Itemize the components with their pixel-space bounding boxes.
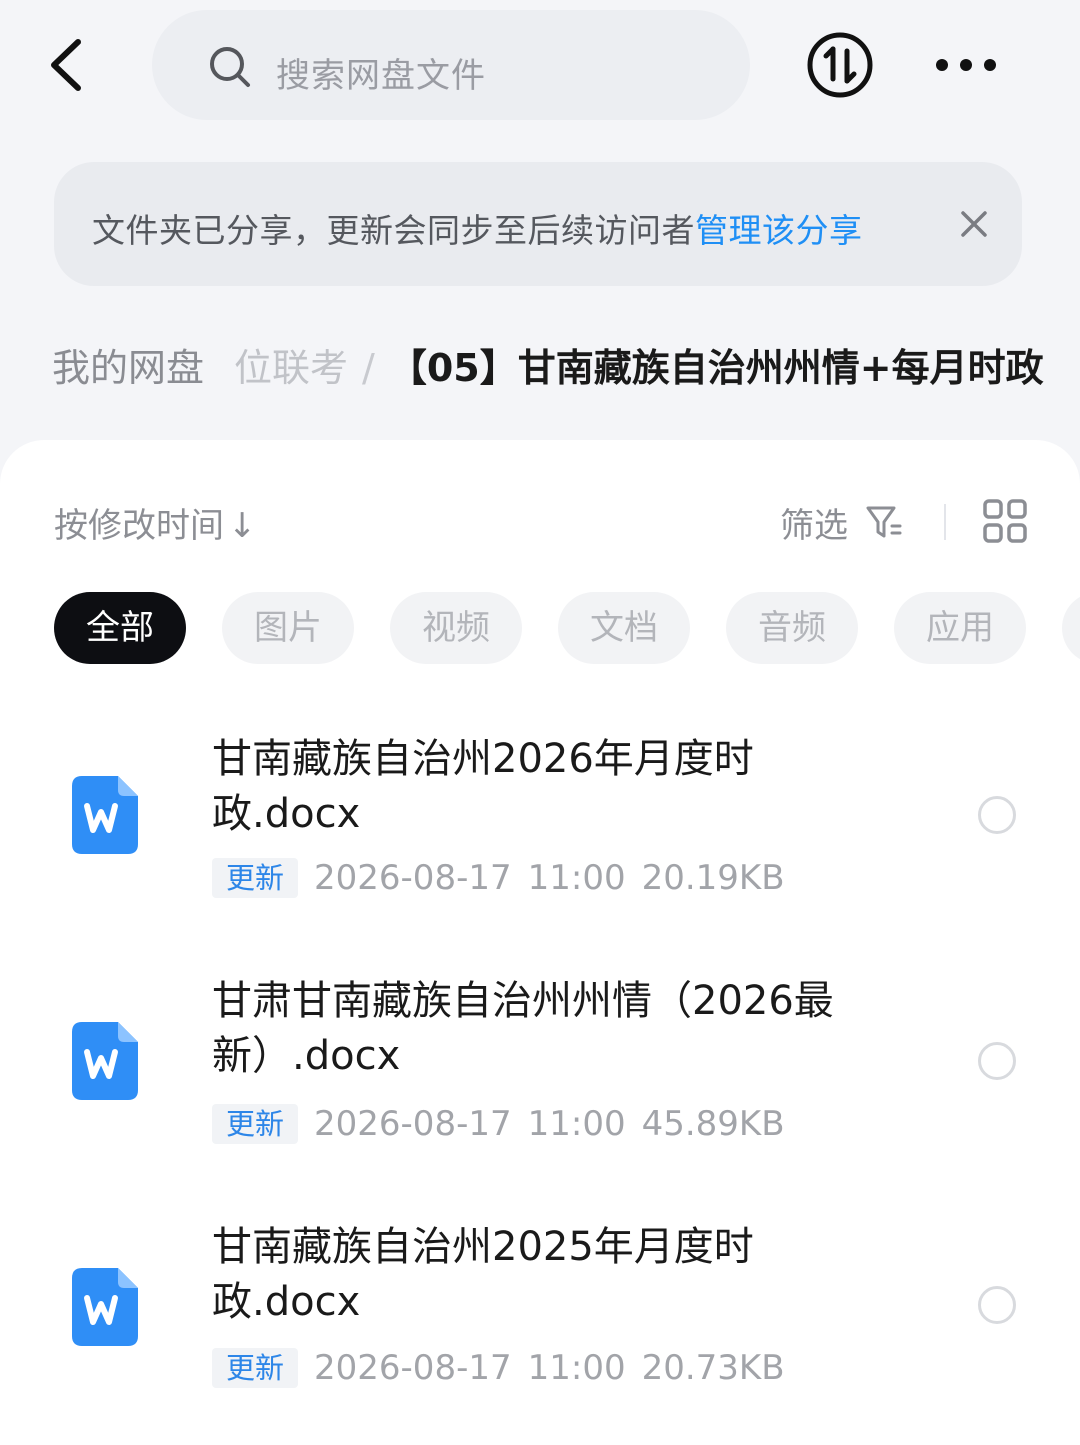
sort-button[interactable]: 按修改时间 ↓ <box>54 498 257 547</box>
banner-message: 文件夹已分享，更新会同步至后续访问者 <box>92 211 695 250</box>
back-button[interactable] <box>40 30 100 100</box>
banner-close-button[interactable] <box>956 206 992 242</box>
file-time: 11:00 <box>527 1348 626 1388</box>
close-icon <box>961 211 987 237</box>
breadcrumb: 我的网盘 位联考 / 【05】甘南藏族自治州州情+每月时政 <box>52 340 1080 400</box>
word-doc-icon <box>72 776 138 854</box>
breadcrumb-root[interactable]: 我的网盘 <box>52 346 204 390</box>
file-date: 2026-08-17 <box>314 1104 512 1144</box>
top-bar: 搜索网盘文件 <box>0 0 1080 140</box>
file-meta: 更新 2026-08-17 11:00 20.19KB <box>212 858 785 900</box>
chip-documents[interactable]: 文档 <box>558 592 690 664</box>
update-badge: 更新 <box>212 1348 299 1388</box>
chip-audio[interactable]: 音频 <box>726 592 858 664</box>
file-row[interactable]: 甘南藏族自治州2026年月度时政.docx 更新 2026-08-17 11:00 2… <box>0 720 1080 940</box>
sort-label: 按修改时间 <box>54 506 224 546</box>
breadcrumb-current: 【05】甘南藏族自治州州情+每月时政 <box>388 346 1044 390</box>
file-date: 2026-08-17 <box>314 858 512 898</box>
file-meta: 更新 2026-08-17 11:00 45.89KB <box>212 1104 785 1146</box>
file-row[interactable]: 甘肃甘南藏族自治州州情（2026最新）.docx 更新 2026-08-17 11:… <box>0 966 1080 1186</box>
file-folder-screen: 搜索网盘文件 文件夹已分享，更新会同步至后续访问者管理该分享 我的网盘 位联考 … <box>0 0 1080 1445</box>
file-name: 甘南藏族自治州2025年月度时政.docx <box>212 1224 754 1325</box>
file-date: 2026-08-17 <box>314 1348 512 1388</box>
file-size: 20.73KB <box>641 1348 785 1388</box>
chevron-left-icon <box>51 39 81 91</box>
search-placeholder: 搜索网盘文件 <box>276 56 486 96</box>
file-name: 甘南藏族自治州2026年月度时政.docx <box>212 736 754 837</box>
search-icon <box>210 47 250 87</box>
chip-more[interactable] <box>1062 592 1080 664</box>
banner-text: 文件夹已分享，更新会同步至后续访问者管理该分享 <box>92 204 863 252</box>
file-meta: 更新 2026-08-17 11:00 20.73KB <box>212 1348 785 1390</box>
sort-arrow-icon: ↓ <box>228 506 257 546</box>
toolbar-divider <box>944 504 946 540</box>
file-size: 20.19KB <box>641 858 785 898</box>
filter-button[interactable]: 筛选 <box>780 498 848 547</box>
transfer-icon <box>807 32 873 98</box>
update-badge: 更新 <box>212 858 299 898</box>
update-badge: 更新 <box>212 1104 299 1144</box>
file-row[interactable]: 甘南藏族自治州2025年月度时政.docx 更新 2026-08-17 11:00 2… <box>0 1212 1080 1432</box>
breadcrumb-separator: / <box>362 346 375 390</box>
file-size: 45.89KB <box>641 1104 785 1144</box>
select-checkbox[interactable] <box>978 796 1016 834</box>
manage-share-link[interactable]: 管理该分享 <box>695 211 863 250</box>
more-options-button[interactable] <box>928 40 1004 90</box>
shared-folder-banner: 文件夹已分享，更新会同步至后续访问者管理该分享 <box>54 162 1022 286</box>
chip-images[interactable]: 图片 <box>222 592 354 664</box>
grid-view-icon[interactable] <box>982 498 1028 544</box>
filter-icon[interactable] <box>864 502 904 542</box>
chip-videos[interactable]: 视频 <box>390 592 522 664</box>
chip-apps[interactable]: 应用 <box>894 592 1026 664</box>
breadcrumb-middle[interactable]: 位联考 <box>234 346 348 390</box>
file-name: 甘肃甘南藏族自治州州情（2026最新）.docx <box>212 978 834 1079</box>
category-chips: 全部 图片 视频 文档 音频 应用 <box>54 592 1080 664</box>
chip-all[interactable]: 全部 <box>54 592 186 664</box>
select-checkbox[interactable] <box>978 1042 1016 1080</box>
word-doc-icon <box>72 1022 138 1100</box>
transfer-button[interactable] <box>806 31 874 99</box>
file-time: 11:00 <box>527 1104 626 1144</box>
select-checkbox[interactable] <box>978 1286 1016 1324</box>
word-doc-icon <box>72 1268 138 1346</box>
more-dots-icon <box>936 59 996 71</box>
search-input[interactable]: 搜索网盘文件 <box>152 10 750 120</box>
file-time: 11:00 <box>527 858 626 898</box>
